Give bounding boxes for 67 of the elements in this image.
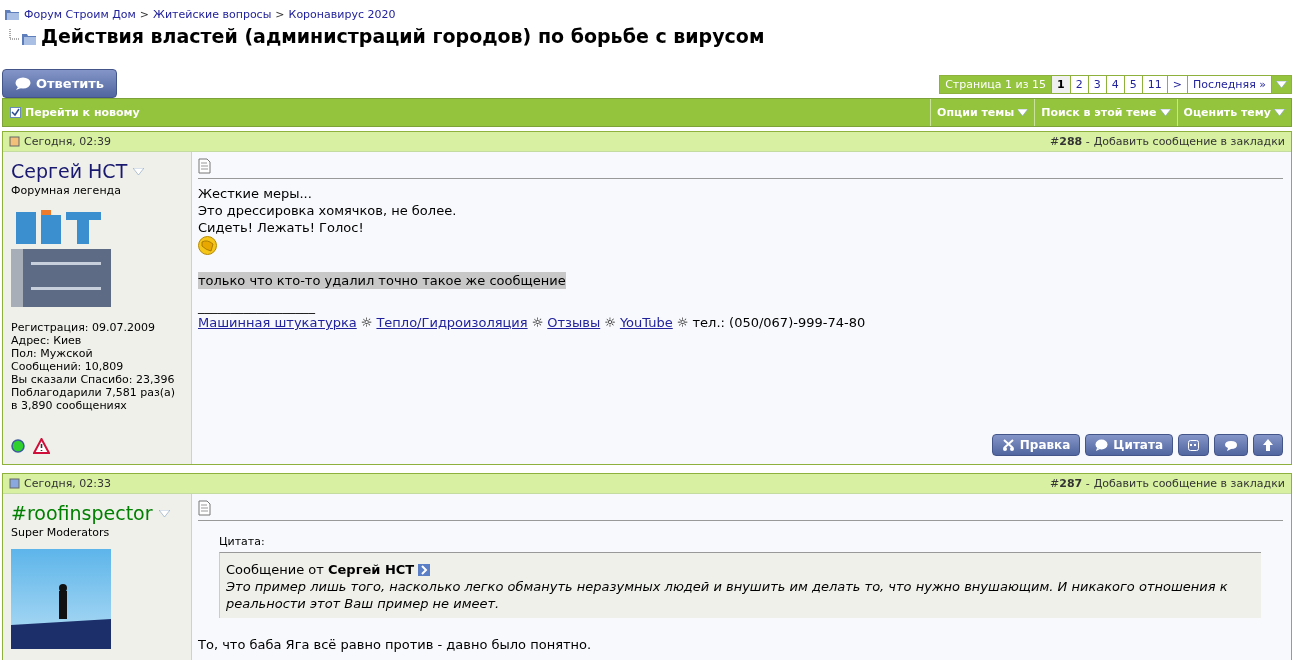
signature-link[interactable]: Тепло/Гидроизоляция [376,315,528,330]
multiquote-button[interactable] [1178,434,1209,456]
user-stat: Вы сказали Спасибо: 23,396 [11,373,176,386]
page-count-label: Страница 1 из 15 [940,76,1052,93]
checkbox-icon [10,107,21,118]
document-icon [198,158,211,174]
user-stat: Поблагодарили 7,581 раз(а) в 3,890 сообщениях [11,386,177,412]
username[interactable]: #roofinspector [11,502,183,524]
dropdown-icon [1159,109,1171,116]
warning-icon[interactable] [33,438,50,454]
user-rank: Super Moderators [11,526,111,539]
edit-button[interactable]: Правка [991,434,1081,456]
post-date: Сегодня, 02:39 [9,135,112,148]
breadcrumb-link[interactable]: Коронавирус 2020 [288,8,396,21]
bookmark-link[interactable]: Добавить сообщение в закладки [1093,477,1285,490]
post-number[interactable]: #287 - [1050,477,1090,490]
thread-title: Действия властей (администраций городов) по борьбе с вирусом [41,25,765,47]
view-post-icon[interactable] [418,563,431,576]
dropdown-icon [1276,81,1287,88]
signature-text: ☼ [604,315,616,330]
signature-link[interactable]: Отзывы [547,315,601,330]
quote-button[interactable]: Цитата [1085,434,1173,456]
breadcrumb-separator: > [139,8,150,21]
user-stat: Регистрация: 09.07.2009 [11,321,156,334]
post-text: Это дрессировка хомячков, не более. [198,202,458,219]
status-icon [9,478,20,489]
quote-author: Сообщение от Сергей НСТ [226,561,415,578]
up-arrow-icon [1263,439,1273,451]
signature-text: ☼ [360,315,373,330]
breadcrumb-link[interactable]: Форум Строим Дом [24,8,136,21]
dropdown-icon [1274,109,1285,116]
post-number[interactable]: #288 - [1050,135,1090,148]
user-stat: Пол: Мужской [11,347,94,360]
signature-text: ☼ [531,315,544,330]
signature-text: ☼ тел.: (050/067)-999-74-80 [676,315,866,330]
document-icon [198,500,211,516]
user-stat: Сообщений: 10,809 [11,360,125,373]
signature-divider: __________________ [198,298,316,315]
signature-link[interactable]: YouTube [619,315,673,330]
folder-icon [8,29,38,47]
quote-label: Цитата: [219,535,266,548]
quick-reply-button[interactable] [1214,434,1248,456]
user-rank: Форумная легенда [11,184,122,197]
highlighted-text: только что кто-то удалил точно такое же сообщение [198,272,566,289]
scroll-top-button[interactable] [1253,434,1283,456]
reply-button[interactable]: Ответить [2,69,118,98]
quote-text: Это пример лишь того, насколько легко обмануть неразумных людей и внушить им делать то, что нужно внушающим. И никакого отношения к реальности этот Ваш пример не имеет. [226,578,1229,612]
page-link[interactable]: 1 [1052,76,1071,93]
bookmark-link[interactable]: Добавить сообщение в закладки [1093,135,1285,148]
post-text: Сидеть! Лежать! Голос! [198,219,365,236]
post-text: Жесткие меры... [198,185,313,202]
breadcrumb-separator: > [275,8,285,21]
post-date: Сегодня, 02:33 [9,477,112,490]
folder-icon [4,8,20,21]
user-stat: Адрес: Киев [11,334,83,347]
scissors-icon [1001,439,1015,451]
speech-bubble-icon [1224,439,1238,451]
dropdown-icon [133,167,145,175]
username[interactable]: Сергей НСТ [11,160,183,182]
speech-bubble-icon [1095,439,1109,451]
dropdown-icon [158,509,170,517]
signature-link[interactable]: Машинная штукатурка [198,315,357,330]
dropdown-icon [1017,109,1029,116]
speech-bubble-icon [15,77,31,90]
status-icon [9,136,20,147]
breadcrumb-link[interactable]: Житейские вопросы [153,8,272,21]
post-text: То, что баба Яга всё равно против - давно было понятно. [198,636,593,653]
